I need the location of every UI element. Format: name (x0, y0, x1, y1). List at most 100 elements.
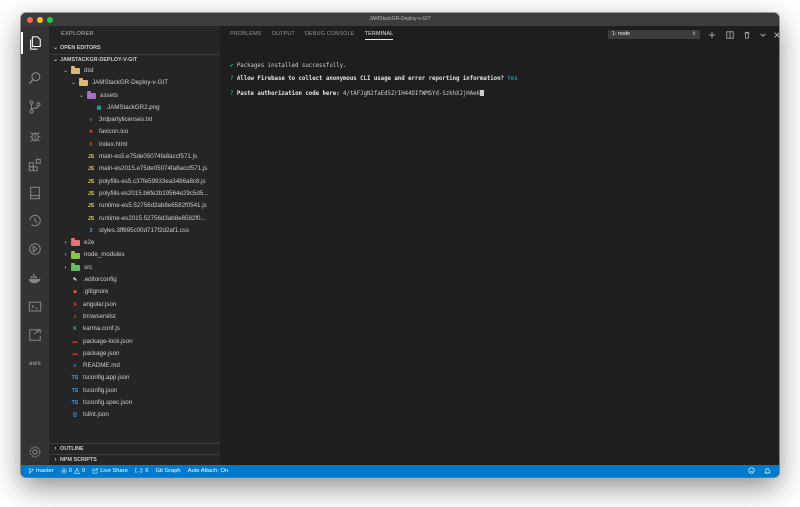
live-share-icon (92, 468, 98, 474)
terminal-select[interactable]: 1: node ⇕ (608, 30, 700, 39)
brackets-label: {..}: 6 (134, 468, 149, 474)
js-file-icon: JS (87, 203, 95, 210)
chevron-right-icon: › (64, 264, 67, 271)
kill-terminal-icon[interactable] (741, 29, 752, 40)
outline-section[interactable]: › OUTLINE (49, 443, 220, 454)
close-panel-icon[interactable] (771, 29, 779, 40)
js-file-icon: JS (87, 215, 95, 222)
ico-file-icon: ★ (88, 129, 94, 136)
tree-item-label: README.md (83, 362, 120, 370)
new-terminal-icon[interactable] (706, 29, 717, 40)
tree-folder[interactable]: ⌄ dist (49, 65, 220, 77)
tree-item-label: runtime-es2015.52756d3ab8e6582f0... (99, 214, 206, 222)
tree-file[interactable]: 3 styles.3ff695c00d717f2d2af1.css (49, 225, 220, 237)
live-share-icon[interactable] (26, 240, 44, 258)
tab-debug-console[interactable]: DEBUG CONSOLE (305, 26, 355, 43)
tree-item-label: package-lock.json (83, 337, 133, 345)
extensions-icon[interactable] (26, 156, 44, 174)
tree-file[interactable]: 5 index.html (49, 139, 220, 151)
tree-file[interactable]: JS polyfills-es5.c37fe59933ea3486a8c8.js (49, 176, 220, 188)
ts-file-icon: TS (71, 387, 79, 394)
vscode-window: JAMStackGR-Deploy-v-GIT aws EXPLORER ⌄ O… (21, 13, 779, 477)
auto-attach-status[interactable]: Auto Attach: On (188, 468, 229, 474)
file-tree: ⌄ dist ⌄ JAMStackGR-Deploy-v-GIT ⌄ assets ▣ JAM… (49, 65, 220, 422)
debug-icon[interactable] (26, 127, 44, 145)
npm-file-icon: ▬ (72, 338, 78, 345)
tree-file[interactable]: ★ favicon.ico (49, 126, 220, 138)
tree-file[interactable]: JS main-es5.e75de05074fa8accf571.js (49, 151, 220, 163)
project-section[interactable]: ⌄ JAMSTACKGR-DEPLOY-V-GIT (49, 54, 220, 65)
css-file-icon: 3 (89, 227, 93, 234)
tree-item-label: tsconfig.app.json (83, 374, 130, 382)
problems-status[interactable]: 0 0 (61, 468, 85, 474)
explorer-icon[interactable] (21, 32, 44, 54)
folder-icon (79, 78, 88, 87)
tree-file[interactable]: ▬ package.json (49, 348, 220, 360)
tab-output[interactable]: OUTPUT (272, 26, 295, 43)
aws-label: aws (28, 361, 42, 367)
tab-terminal[interactable]: TERMINAL (364, 26, 394, 43)
tree-folder[interactable]: ⌄ JAMStackGR-Deploy-v-GIT (49, 77, 220, 89)
test-icon[interactable] (26, 184, 44, 202)
tree-file[interactable]: JS polyfills-es2015.b6fe2b19564e29c5d5... (49, 188, 220, 200)
tree-file[interactable]: JS runtime-es5.52756d3ab8e6582f0541.js (49, 200, 220, 212)
tree-item-label: angular.json (83, 300, 117, 308)
tree-file[interactable]: ○ browserslist (49, 311, 220, 323)
tree-file[interactable]: TS tsconfig.json (49, 385, 220, 397)
js-file-icon: JS (87, 166, 95, 173)
git-file-icon: ◆ (73, 289, 77, 296)
tree-file[interactable]: {} tslint.json (49, 409, 220, 421)
aws-icon[interactable]: aws (26, 355, 44, 373)
feedback-smiley-icon[interactable] (748, 466, 755, 476)
tree-item-label: styles.3ff695c00d717f2d2af1.css (99, 226, 190, 234)
warning-icon (74, 468, 80, 474)
tree-file[interactable]: Kkarma.conf.js (49, 323, 220, 335)
npm-scripts-section[interactable]: › NPM SCRIPTS (49, 454, 220, 465)
auto-attach-label: Auto Attach: On (187, 468, 229, 474)
tree-file[interactable]: ✎ .editorconfig (49, 274, 220, 286)
timeline-icon[interactable] (26, 212, 44, 230)
npm-scripts-label: NPM SCRIPTS (60, 456, 97, 463)
tree-file[interactable]: ▬ package-lock.json (49, 336, 220, 348)
tree-item-label: browserslist (83, 312, 116, 320)
search-icon[interactable] (26, 69, 44, 87)
tree-file[interactable]: ≡ 3rdpartylicenses.txt (49, 114, 220, 126)
settings-gear-icon[interactable] (26, 443, 44, 461)
tree-folder[interactable]: › e2e (49, 237, 220, 249)
git-graph-status[interactable]: Git Graph (155, 468, 180, 474)
source-control-icon[interactable] (26, 98, 44, 116)
tree-file[interactable]: JS runtime-es2015.52756d3ab8e6582f0... (49, 213, 220, 225)
tree-file[interactable]: ≡ README.md (49, 360, 220, 372)
folder-icon (71, 238, 80, 247)
tab-problems[interactable]: PROBLEMS (230, 26, 262, 43)
chevron-right-icon: › (64, 240, 67, 247)
tree-file[interactable]: ◆ .gitignore (49, 286, 220, 298)
ts-file-icon: TS (71, 375, 79, 382)
branch-status[interactable]: master (28, 468, 54, 474)
bottom-sections: › OUTLINE › NPM SCRIPTS (49, 443, 220, 465)
brackets-status[interactable]: {..}: 6 (135, 468, 149, 474)
terminal-output[interactable]: ✔ Packages installed successfully. ? All… (230, 56, 518, 111)
tree-file[interactable]: TS tsconfig.spec.json (49, 397, 220, 409)
tree-item-label: polyfills-es2015.b6fe2b19564e29c5d5... (99, 189, 209, 197)
open-editors-section[interactable]: ⌄ OPEN EDITORS (49, 43, 220, 54)
chevron-right-icon: › (64, 252, 67, 259)
open-editors-label: OPEN EDITORS (60, 45, 101, 51)
remote-explorer-icon[interactable] (26, 298, 44, 316)
docker-icon[interactable] (26, 269, 44, 287)
tree-file[interactable]: TS tsconfig.app.json (49, 372, 220, 384)
tree-file[interactable]: JS main-es2015.e75de05074fa8accf571.js (49, 163, 220, 175)
notifications-bell-icon[interactable] (764, 467, 771, 476)
split-terminal-icon[interactable] (724, 29, 735, 40)
tree-folder[interactable]: ⌄ assets (49, 90, 220, 102)
terminal-line: ? Paste authorization code here: 4/tAFJg… (230, 89, 518, 98)
chevron-down-icon: ⌄ (52, 56, 59, 63)
tree-folder[interactable]: › node_modules (49, 249, 220, 261)
html-file-icon: 5 (89, 141, 93, 148)
live-share-status[interactable]: Live Share (92, 468, 128, 474)
azure-icon[interactable] (26, 326, 44, 344)
tree-file[interactable]: ▣ JAMStackGR2.png (49, 102, 220, 114)
tree-file[interactable]: Aangular.json (49, 299, 220, 311)
chevron-down-icon[interactable] (757, 29, 768, 40)
tree-folder[interactable]: › src (49, 262, 220, 274)
